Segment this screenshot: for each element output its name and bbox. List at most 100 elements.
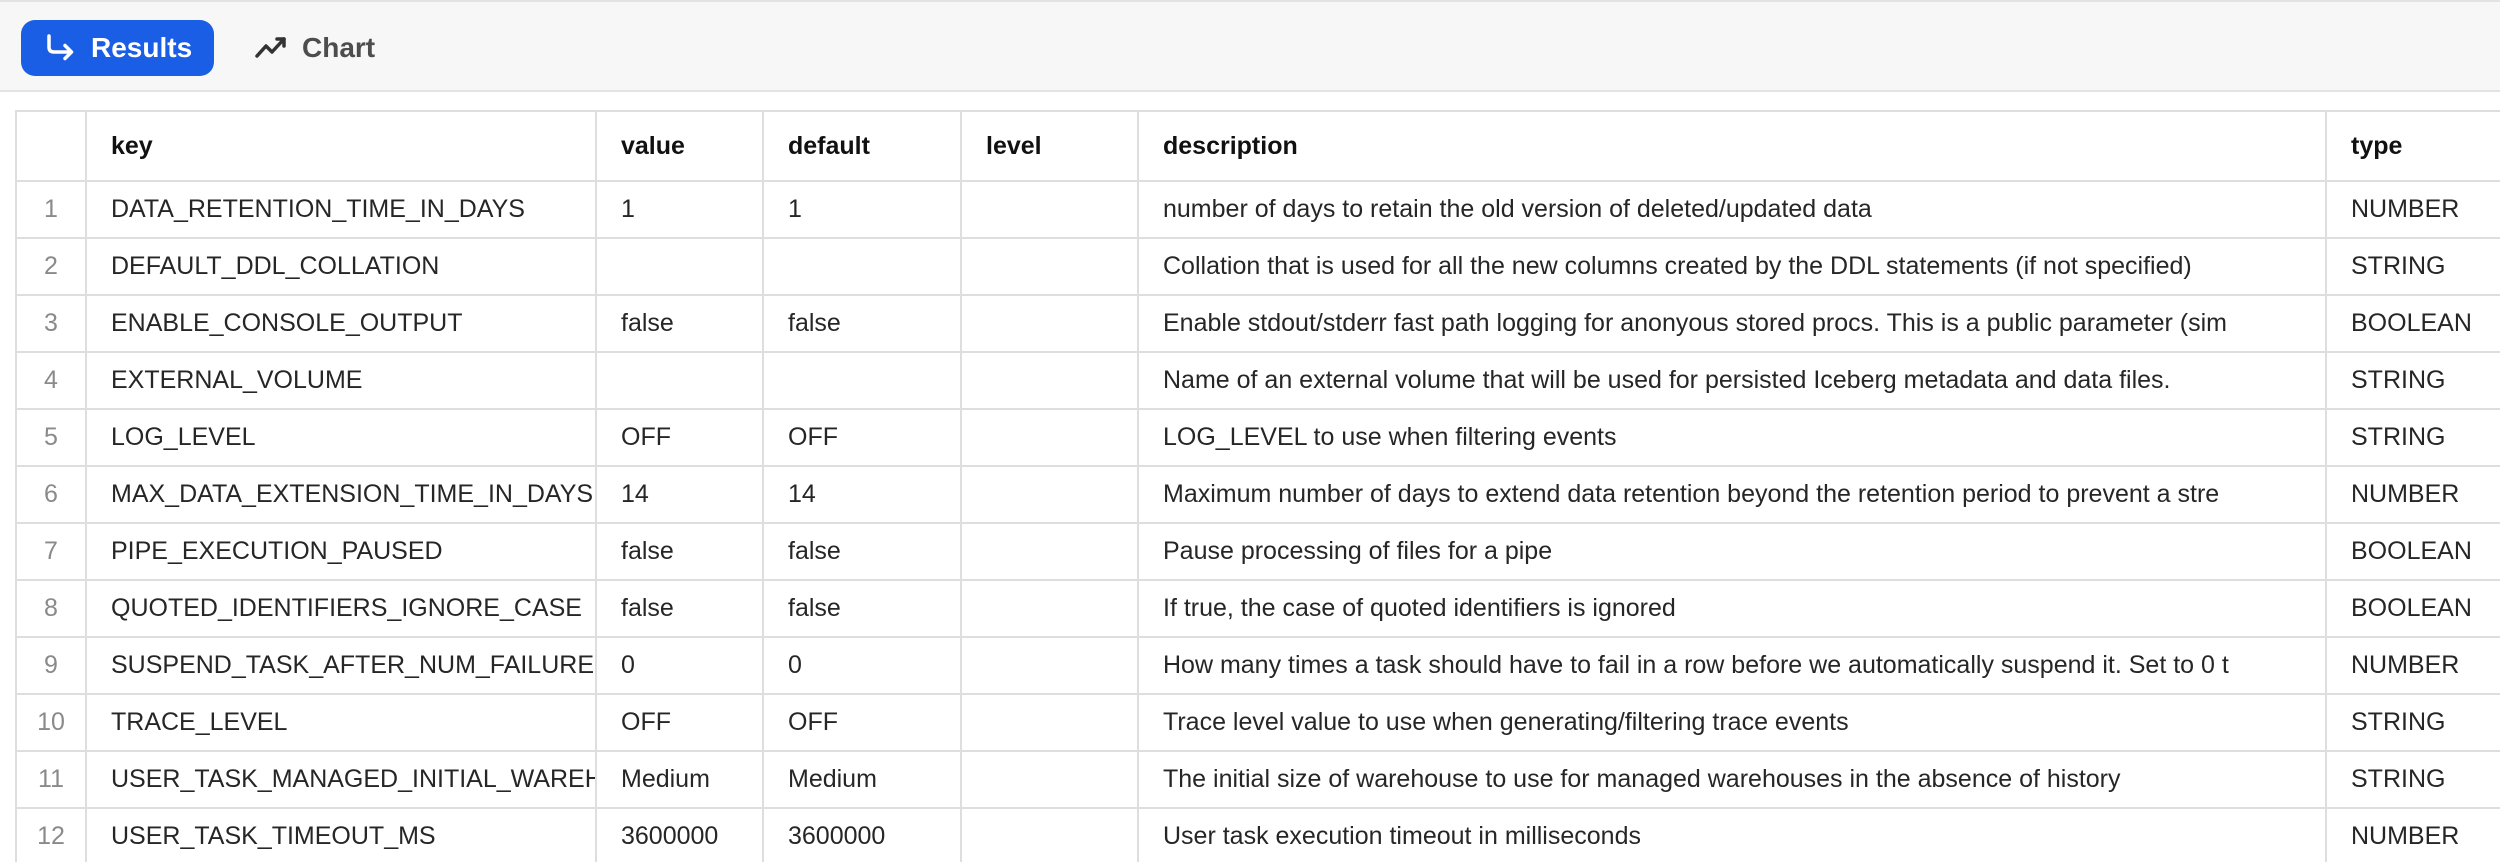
cell-num[interactable]: 12	[15, 807, 87, 862]
cell-key[interactable]: PIPE_EXECUTION_PAUSED	[85, 522, 597, 581]
cell-type[interactable]: BOOLEAN	[2325, 522, 2500, 581]
cell-value[interactable]: false	[595, 294, 764, 353]
cell-key[interactable]: SUSPEND_TASK_AFTER_NUM_FAILURES	[85, 636, 597, 695]
cell-num[interactable]: 5	[15, 408, 87, 467]
cell-level[interactable]	[960, 693, 1139, 752]
cell-default[interactable]: false	[762, 579, 962, 638]
cell-num[interactable]: 1	[15, 180, 87, 239]
table-row[interactable]: 9 SUSPEND_TASK_AFTER_NUM_FAILURES 0 0 How ma…	[15, 636, 2500, 695]
cell-num[interactable]: 8	[15, 579, 87, 638]
cell-default[interactable]	[762, 237, 962, 296]
results-tab-button[interactable]: Results	[21, 20, 214, 76]
cell-level[interactable]	[960, 408, 1139, 467]
cell-default[interactable]: false	[762, 522, 962, 581]
cell-value[interactable]: 3600000	[595, 807, 764, 862]
cell-key[interactable]: USER_TASK_TIMEOUT_MS	[85, 807, 597, 862]
cell-num[interactable]: 7	[15, 522, 87, 581]
cell-default[interactable]: OFF	[762, 693, 962, 752]
chart-tab-button[interactable]: Chart	[244, 20, 385, 76]
results-table-container[interactable]: key value default level description type…	[15, 110, 2500, 862]
cell-key[interactable]: DEFAULT_DDL_COLLATION	[85, 237, 597, 296]
cell-value[interactable]: false	[595, 579, 764, 638]
cell-level[interactable]	[960, 237, 1139, 296]
cell-level[interactable]	[960, 522, 1139, 581]
cell-description[interactable]: The initial size of warehouse to use for…	[1137, 750, 2327, 809]
cell-level[interactable]	[960, 750, 1139, 809]
cell-default[interactable]: 3600000	[762, 807, 962, 862]
cell-key[interactable]: TRACE_LEVEL	[85, 693, 597, 752]
cell-level[interactable]	[960, 579, 1139, 638]
table-row[interactable]: 1 DATA_RETENTION_TIME_IN_DAYS 1 1 number of …	[15, 180, 2500, 239]
cell-value[interactable]	[595, 351, 764, 410]
cell-description[interactable]: Collation that is used for all the new c…	[1137, 237, 2327, 296]
cell-type[interactable]: STRING	[2325, 351, 2500, 410]
cell-num[interactable]: 11	[15, 750, 87, 809]
cell-level[interactable]	[960, 351, 1139, 410]
cell-description[interactable]: Name of an external volume that will be …	[1137, 351, 2327, 410]
cell-value[interactable]: OFF	[595, 408, 764, 467]
cell-num[interactable]: 10	[15, 693, 87, 752]
table-row[interactable]: 7 PIPE_EXECUTION_PAUSED false false Pause pr…	[15, 522, 2500, 581]
cell-value[interactable]	[595, 237, 764, 296]
cell-type[interactable]: NUMBER	[2325, 180, 2500, 239]
table-row[interactable]: 6 MAX_DATA_EXTENSION_TIME_IN_DAYS 14 14 Maxi…	[15, 465, 2500, 524]
table-row[interactable]: 2 DEFAULT_DDL_COLLATION Collation that is …	[15, 237, 2500, 296]
cell-value[interactable]: 0	[595, 636, 764, 695]
table-row[interactable]: 4 EXTERNAL_VOLUME Name of an external volu…	[15, 351, 2500, 410]
cell-type[interactable]: STRING	[2325, 408, 2500, 467]
column-header-value[interactable]: value	[595, 110, 764, 182]
cell-default[interactable]: 14	[762, 465, 962, 524]
column-header-description[interactable]: description	[1137, 110, 2327, 182]
cell-description[interactable]: Pause processing of files for a pipe	[1137, 522, 2327, 581]
cell-value[interactable]: Medium	[595, 750, 764, 809]
cell-description[interactable]: If true, the case of quoted identifiers …	[1137, 579, 2327, 638]
cell-level[interactable]	[960, 294, 1139, 353]
cell-description[interactable]: Trace level value to use when generating…	[1137, 693, 2327, 752]
cell-type[interactable]: NUMBER	[2325, 636, 2500, 695]
table-row[interactable]: 10 TRACE_LEVEL OFF OFF Trace level value to …	[15, 693, 2500, 752]
cell-value[interactable]: OFF	[595, 693, 764, 752]
column-header-level[interactable]: level	[960, 110, 1139, 182]
cell-num[interactable]: 4	[15, 351, 87, 410]
cell-level[interactable]	[960, 636, 1139, 695]
cell-value[interactable]: 1	[595, 180, 764, 239]
table-row[interactable]: 5 LOG_LEVEL OFF OFF LOG_LEVEL to use when fi…	[15, 408, 2500, 467]
table-row[interactable]: 12 USER_TASK_TIMEOUT_MS 3600000 3600000 User…	[15, 807, 2500, 862]
cell-type[interactable]: NUMBER	[2325, 465, 2500, 524]
cell-type[interactable]: BOOLEAN	[2325, 579, 2500, 638]
cell-default[interactable]: 1	[762, 180, 962, 239]
cell-value[interactable]: 14	[595, 465, 764, 524]
cell-num[interactable]: 2	[15, 237, 87, 296]
cell-type[interactable]: NUMBER	[2325, 807, 2500, 862]
column-header-key[interactable]: key	[85, 110, 597, 182]
cell-num[interactable]: 6	[15, 465, 87, 524]
cell-key[interactable]: EXTERNAL_VOLUME	[85, 351, 597, 410]
cell-key[interactable]: USER_TASK_MANAGED_INITIAL_WAREHOUSE_SIZE	[85, 750, 597, 809]
column-header-default[interactable]: default	[762, 110, 962, 182]
cell-level[interactable]	[960, 465, 1139, 524]
cell-default[interactable]: Medium	[762, 750, 962, 809]
cell-type[interactable]: STRING	[2325, 237, 2500, 296]
cell-description[interactable]: User task execution timeout in milliseco…	[1137, 807, 2327, 862]
cell-level[interactable]	[960, 180, 1139, 239]
cell-type[interactable]: BOOLEAN	[2325, 294, 2500, 353]
cell-type[interactable]: STRING	[2325, 693, 2500, 752]
cell-key[interactable]: QUOTED_IDENTIFIERS_IGNORE_CASE	[85, 579, 597, 638]
cell-num[interactable]: 3	[15, 294, 87, 353]
cell-num[interactable]: 9	[15, 636, 87, 695]
cell-description[interactable]: Enable stdout/stderr fast path logging f…	[1137, 294, 2327, 353]
cell-default[interactable]	[762, 351, 962, 410]
cell-level[interactable]	[960, 807, 1139, 862]
table-row[interactable]: 8 QUOTED_IDENTIFIERS_IGNORE_CASE false fals…	[15, 579, 2500, 638]
cell-description[interactable]: number of days to retain the old version…	[1137, 180, 2327, 239]
cell-key[interactable]: DATA_RETENTION_TIME_IN_DAYS	[85, 180, 597, 239]
cell-default[interactable]: OFF	[762, 408, 962, 467]
cell-description[interactable]: Maximum number of days to extend data re…	[1137, 465, 2327, 524]
cell-key[interactable]: MAX_DATA_EXTENSION_TIME_IN_DAYS	[85, 465, 597, 524]
cell-description[interactable]: How many times a task should have to fai…	[1137, 636, 2327, 695]
cell-default[interactable]: 0	[762, 636, 962, 695]
table-row[interactable]: 3 ENABLE_CONSOLE_OUTPUT false false Enable s…	[15, 294, 2500, 353]
cell-key[interactable]: LOG_LEVEL	[85, 408, 597, 467]
cell-key[interactable]: ENABLE_CONSOLE_OUTPUT	[85, 294, 597, 353]
cell-type[interactable]: STRING	[2325, 750, 2500, 809]
